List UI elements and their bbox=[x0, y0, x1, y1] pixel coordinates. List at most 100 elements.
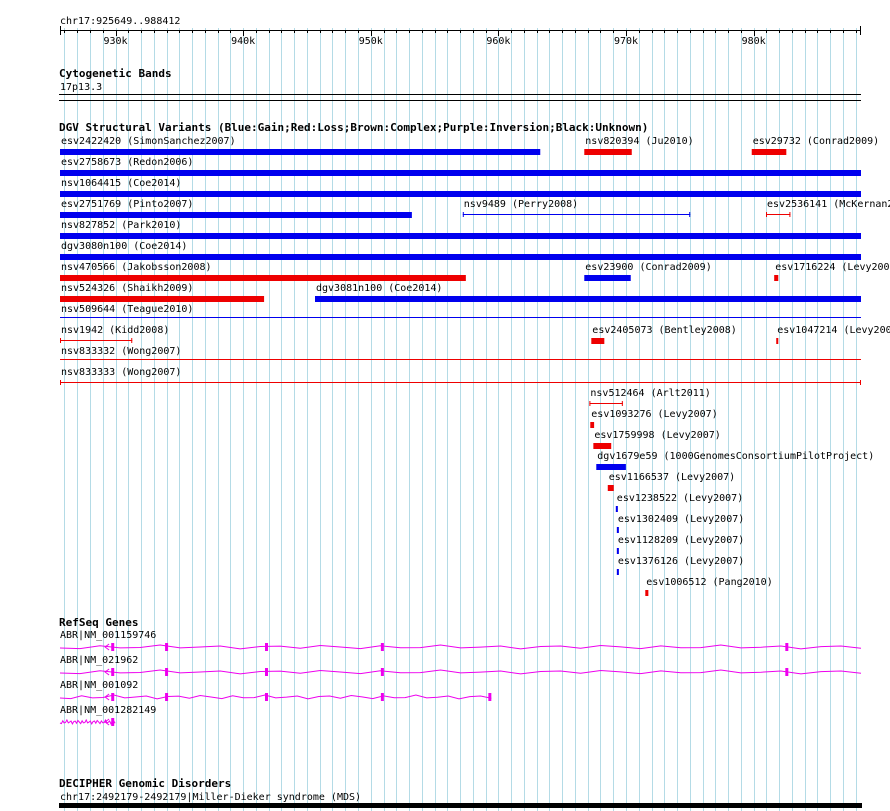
gene-exon[interactable] bbox=[165, 668, 169, 676]
sv-bar[interactable] bbox=[776, 338, 779, 344]
sv-label: esv1093276 (Levy2007) bbox=[591, 409, 717, 420]
sv-feature[interactable]: nsv9489 (Perry2008) bbox=[462, 199, 691, 217]
sv-feature[interactable]: esv2751769 (Pinto2007) bbox=[60, 199, 412, 218]
sv-label: esv2422420 (SimonSanchez2007) bbox=[61, 136, 236, 147]
gene-exon[interactable] bbox=[380, 643, 384, 651]
sv-feature[interactable]: nsv512464 (Arlt2011) bbox=[589, 388, 711, 406]
region-label: chr17:925649..988412 bbox=[60, 16, 180, 27]
genome-browser-view: chr17:925649..988412 930k 940k 950k 960k 970… bbox=[0, 0, 890, 811]
sv-label: esv1128209 (Levy2007) bbox=[618, 535, 744, 546]
sv-label: nsv833332 (Wong2007) bbox=[61, 346, 181, 357]
sv-bar[interactable] bbox=[596, 464, 626, 470]
dgv-track: DGV Structural Variants (Blue:Gain;Red:L… bbox=[59, 121, 890, 596]
sv-feature[interactable]: esv1128209 (Levy2007) bbox=[616, 535, 744, 554]
ruler-tick-label: 930k bbox=[103, 36, 127, 47]
sv-bar[interactable] bbox=[60, 359, 861, 360]
sv-label: esv2536141 (McKernan2009) bbox=[767, 199, 890, 210]
decipher-feature-label[interactable]: chr17:2492179-2492179|Miller-Dieker synd… bbox=[60, 792, 361, 803]
sv-label: nsv524326 (Shaikh2009) bbox=[61, 283, 193, 294]
sv-bar[interactable] bbox=[607, 485, 614, 491]
ruler-tick-label: 980k bbox=[742, 36, 766, 47]
gene-exon[interactable] bbox=[111, 643, 115, 651]
ruler-tick-label: 960k bbox=[486, 36, 510, 47]
sv-bar[interactable] bbox=[584, 275, 631, 281]
sv-label: esv23900 (Conrad2009) bbox=[585, 262, 711, 273]
gene-exon[interactable] bbox=[111, 693, 115, 701]
sv-label: esv2758673 (Redon2006) bbox=[61, 157, 193, 168]
sv-bar[interactable] bbox=[60, 233, 861, 239]
sv-label: esv1047214 (Levy2007) bbox=[777, 325, 890, 336]
gene-exon[interactable] bbox=[785, 668, 789, 676]
gene-label: ABR|NM_001159746 bbox=[60, 630, 156, 641]
sv-label: nsv512464 (Arlt2011) bbox=[590, 388, 710, 399]
sv-label: nsv9489 (Perry2008) bbox=[464, 199, 578, 210]
sv-label: nsv470566 (Jakobsson2008) bbox=[61, 262, 212, 273]
sv-feature[interactable]: dgv1679e59 (1000GenomesConsortiumPilotPr… bbox=[596, 451, 874, 470]
sv-feature[interactable]: nsv1942 (Kidd2008) bbox=[60, 325, 169, 343]
sv-feature[interactable]: esv1716224 (Levy2007) bbox=[774, 262, 890, 281]
sv-feature[interactable]: esv1238522 (Levy2007) bbox=[615, 493, 743, 512]
sv-feature[interactable]: esv1376126 (Levy2007) bbox=[616, 556, 744, 575]
cytoband-label: 17p13.3 bbox=[60, 82, 102, 93]
sv-label: nsv827852 (Park2010) bbox=[61, 220, 181, 231]
decipher-track-title: DECIPHER Genomic Disorders bbox=[59, 777, 231, 790]
sv-label: dgv3081n100 (Coe2014) bbox=[316, 283, 442, 294]
ruler-tick-label: 970k bbox=[614, 36, 638, 47]
gene-exon[interactable] bbox=[264, 693, 268, 701]
gene-exon[interactable] bbox=[264, 668, 268, 676]
gene-exon[interactable] bbox=[165, 643, 169, 651]
sv-feature[interactable]: esv2422420 (SimonSanchez2007) bbox=[60, 136, 541, 155]
sv-label: esv1716224 (Levy2007) bbox=[775, 262, 890, 273]
sv-label: esv29732 (Conrad2009) bbox=[753, 136, 879, 147]
gene-exon[interactable] bbox=[488, 693, 492, 701]
sv-bar[interactable] bbox=[315, 296, 862, 302]
sv-bar[interactable] bbox=[774, 275, 779, 281]
sv-feature[interactable]: esv1093276 (Levy2007) bbox=[590, 409, 718, 428]
sv-bar[interactable] bbox=[60, 275, 466, 281]
sv-label: esv1166537 (Levy2007) bbox=[609, 472, 735, 483]
gene-label: ABR|NM_001092 bbox=[60, 680, 138, 691]
gene-exon[interactable] bbox=[380, 668, 384, 676]
gene-exon[interactable] bbox=[264, 643, 268, 651]
sv-label: nsv509644 (Teague2010) bbox=[61, 304, 193, 315]
sv-bar[interactable] bbox=[60, 296, 265, 302]
sv-feature[interactable]: esv2536141 (McKernan2009) bbox=[766, 199, 890, 217]
sv-label: esv1759998 (Levy2007) bbox=[594, 430, 720, 441]
sv-bar[interactable] bbox=[584, 149, 632, 155]
sv-label: esv1006512 (Pang2010) bbox=[646, 577, 772, 588]
sv-bar[interactable] bbox=[60, 191, 861, 197]
gene-exon[interactable] bbox=[165, 693, 169, 701]
sv-bar[interactable] bbox=[591, 338, 605, 344]
gene-exon[interactable] bbox=[785, 643, 789, 651]
sv-feature[interactable]: esv1759998 (Levy2007) bbox=[593, 430, 721, 449]
gene-exon[interactable] bbox=[380, 693, 384, 701]
sv-bar[interactable] bbox=[593, 443, 612, 449]
sv-bar[interactable] bbox=[590, 422, 595, 428]
sv-label: nsv820394 (Ju2010) bbox=[585, 136, 693, 147]
sv-label: esv1302409 (Levy2007) bbox=[618, 514, 744, 525]
decipher-feature-bar[interactable] bbox=[59, 803, 862, 808]
sv-feature[interactable]: esv1047214 (Levy2007) bbox=[776, 325, 890, 344]
sv-label: nsv1064415 (Coe2014) bbox=[61, 178, 181, 189]
sv-bar[interactable] bbox=[60, 149, 541, 155]
sv-bar[interactable] bbox=[60, 212, 412, 218]
gene-exon[interactable] bbox=[111, 668, 115, 676]
refseq-track-title: RefSeq Genes bbox=[59, 616, 138, 629]
sv-label: nsv833333 (Wong2007) bbox=[61, 367, 181, 378]
gene-model[interactable]: ABR|NM_001092 bbox=[59, 680, 492, 701]
sv-bar[interactable] bbox=[60, 170, 861, 176]
sv-feature[interactable]: esv29732 (Conrad2009) bbox=[751, 136, 879, 155]
sv-bar[interactable] bbox=[616, 548, 619, 554]
sv-bar[interactable] bbox=[751, 149, 787, 155]
sv-bar[interactable] bbox=[616, 569, 619, 575]
sv-feature[interactable]: nsv524326 (Shaikh2009) bbox=[60, 283, 265, 302]
sv-bar[interactable] bbox=[60, 254, 861, 260]
gene-exon[interactable] bbox=[111, 718, 115, 726]
sv-bar[interactable] bbox=[60, 317, 861, 318]
sv-feature[interactable]: esv23900 (Conrad2009) bbox=[584, 262, 712, 281]
sv-bar[interactable] bbox=[616, 527, 619, 533]
sv-feature[interactable]: esv1302409 (Levy2007) bbox=[616, 514, 744, 533]
sv-bar[interactable] bbox=[615, 506, 618, 512]
sv-bar[interactable] bbox=[645, 590, 649, 596]
sv-feature[interactable]: nsv470566 (Jakobsson2008) bbox=[60, 262, 466, 281]
